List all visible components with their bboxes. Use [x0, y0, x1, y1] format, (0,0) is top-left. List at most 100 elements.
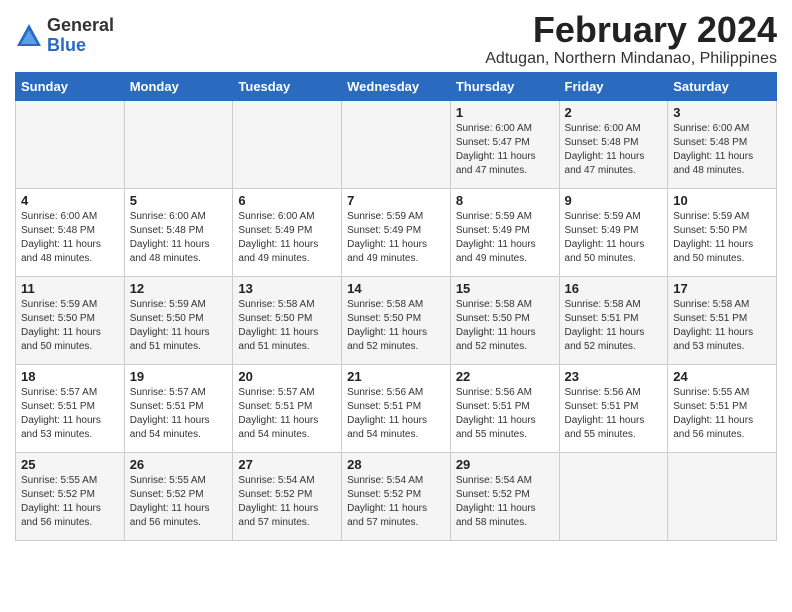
day-info: Sunrise: 5:59 AM Sunset: 5:49 PM Dayligh… [456, 210, 554, 266]
calendar-cell: 6 Sunrise: 6:00 AM Sunset: 5:49 PM Daylig… [233, 188, 342, 276]
calendar-week-row: 11 Sunrise: 5:59 AM Sunset: 5:50 PM Dayli… [16, 276, 777, 364]
day-number: 7 [347, 193, 445, 208]
calendar-cell [16, 100, 125, 188]
calendar-week-row: 25 Sunrise: 5:55 AM Sunset: 5:52 PM Dayli… [16, 452, 777, 540]
day-number: 16 [565, 281, 663, 296]
day-number: 22 [456, 369, 554, 384]
day-info: Sunrise: 6:00 AM Sunset: 5:49 PM Dayligh… [238, 210, 336, 266]
calendar-cell: 23 Sunrise: 5:56 AM Sunset: 5:51 PM Dayli… [559, 364, 668, 452]
day-of-week-header: Tuesday [233, 72, 342, 100]
calendar-cell [559, 452, 668, 540]
day-number: 3 [673, 105, 771, 120]
calendar-cell [233, 100, 342, 188]
day-number: 21 [347, 369, 445, 384]
day-number: 8 [456, 193, 554, 208]
calendar-cell: 1 Sunrise: 6:00 AM Sunset: 5:47 PM Daylig… [450, 100, 559, 188]
day-info: Sunrise: 5:58 AM Sunset: 5:50 PM Dayligh… [238, 298, 336, 354]
day-info: Sunrise: 5:59 AM Sunset: 5:50 PM Dayligh… [673, 210, 771, 266]
calendar-cell: 11 Sunrise: 5:59 AM Sunset: 5:50 PM Dayli… [16, 276, 125, 364]
logo-general: General [47, 16, 114, 36]
logo-icon [15, 22, 43, 50]
month-title: February 2024 [485, 10, 777, 50]
day-number: 23 [565, 369, 663, 384]
day-info: Sunrise: 5:57 AM Sunset: 5:51 PM Dayligh… [238, 386, 336, 442]
calendar-cell [668, 452, 777, 540]
day-info: Sunrise: 5:57 AM Sunset: 5:51 PM Dayligh… [21, 386, 119, 442]
calendar-cell: 25Sunrise: 5:55 AM Sunset: 5:52 PM Dayli… [16, 452, 125, 540]
calendar-week-row: 4Sunrise: 6:00 AM Sunset: 5:48 PM Daylig… [16, 188, 777, 276]
calendar-cell: 14 Sunrise: 5:58 AM Sunset: 5:50 PM Dayli… [342, 276, 451, 364]
logo-text: General Blue [47, 16, 114, 56]
title-area: February 2024 Adtugan, Northern Mindanao… [485, 10, 777, 68]
calendar-cell [342, 100, 451, 188]
day-info: Sunrise: 6:00 AM Sunset: 5:47 PM Dayligh… [456, 122, 554, 178]
calendar-cell: 7 Sunrise: 5:59 AM Sunset: 5:49 PM Daylig… [342, 188, 451, 276]
logo-blue: Blue [47, 36, 114, 56]
day-number: 14 [347, 281, 445, 296]
calendar-cell: 2 Sunrise: 6:00 AM Sunset: 5:48 PM Daylig… [559, 100, 668, 188]
day-info: Sunrise: 5:59 AM Sunset: 5:49 PM Dayligh… [565, 210, 663, 266]
day-number: 27 [238, 457, 336, 472]
day-number: 25 [21, 457, 119, 472]
day-info: Sunrise: 5:56 AM Sunset: 5:51 PM Dayligh… [347, 386, 445, 442]
day-info: Sunrise: 5:56 AM Sunset: 5:51 PM Dayligh… [456, 386, 554, 442]
calendar-cell: 8 Sunrise: 5:59 AM Sunset: 5:49 PM Daylig… [450, 188, 559, 276]
calendar-cell: 3Sunrise: 6:00 AM Sunset: 5:48 PM Daylig… [668, 100, 777, 188]
day-number: 15 [456, 281, 554, 296]
day-info: Sunrise: 6:00 AM Sunset: 5:48 PM Dayligh… [565, 122, 663, 178]
day-of-week-header: Friday [559, 72, 668, 100]
day-of-week-header: Sunday [16, 72, 125, 100]
calendar-cell: 12 Sunrise: 5:59 AM Sunset: 5:50 PM Dayli… [124, 276, 233, 364]
day-number: 11 [21, 281, 119, 296]
day-number: 2 [565, 105, 663, 120]
calendar-cell: 13 Sunrise: 5:58 AM Sunset: 5:50 PM Dayli… [233, 276, 342, 364]
day-info: Sunrise: 5:56 AM Sunset: 5:51 PM Dayligh… [565, 386, 663, 442]
day-info: Sunrise: 6:00 AM Sunset: 5:48 PM Dayligh… [21, 210, 119, 266]
calendar-cell: 29Sunrise: 5:54 AM Sunset: 5:52 PM Dayli… [450, 452, 559, 540]
calendar-cell: 27 Sunrise: 5:54 AM Sunset: 5:52 PM Dayli… [233, 452, 342, 540]
calendar-table: SundayMondayTuesdayWednesdayThursdayFrid… [15, 72, 777, 541]
day-info: Sunrise: 5:57 AM Sunset: 5:51 PM Dayligh… [130, 386, 228, 442]
day-number: 5 [130, 193, 228, 208]
day-info: Sunrise: 5:59 AM Sunset: 5:49 PM Dayligh… [347, 210, 445, 266]
calendar-cell: 4Sunrise: 6:00 AM Sunset: 5:48 PM Daylig… [16, 188, 125, 276]
day-number: 9 [565, 193, 663, 208]
day-info: Sunrise: 5:59 AM Sunset: 5:50 PM Dayligh… [21, 298, 119, 354]
day-of-week-header: Wednesday [342, 72, 451, 100]
calendar-cell: 28Sunrise: 5:54 AM Sunset: 5:52 PM Dayli… [342, 452, 451, 540]
day-info: Sunrise: 5:58 AM Sunset: 5:51 PM Dayligh… [565, 298, 663, 354]
day-number: 1 [456, 105, 554, 120]
calendar-cell: 15Sunrise: 5:58 AM Sunset: 5:50 PM Dayli… [450, 276, 559, 364]
calendar-cell: 9 Sunrise: 5:59 AM Sunset: 5:49 PM Daylig… [559, 188, 668, 276]
calendar-cell: 26Sunrise: 5:55 AM Sunset: 5:52 PM Dayli… [124, 452, 233, 540]
day-number: 18 [21, 369, 119, 384]
day-info: Sunrise: 5:54 AM Sunset: 5:52 PM Dayligh… [347, 474, 445, 530]
day-info: Sunrise: 5:55 AM Sunset: 5:52 PM Dayligh… [130, 474, 228, 530]
day-of-week-header: Saturday [668, 72, 777, 100]
day-of-week-header: Monday [124, 72, 233, 100]
day-number: 17 [673, 281, 771, 296]
day-info: Sunrise: 5:59 AM Sunset: 5:50 PM Dayligh… [130, 298, 228, 354]
day-number: 19 [130, 369, 228, 384]
calendar-cell: 17Sunrise: 5:58 AM Sunset: 5:51 PM Dayli… [668, 276, 777, 364]
location-title: Adtugan, Northern Mindanao, Philippines [485, 50, 777, 68]
day-number: 20 [238, 369, 336, 384]
day-of-week-header: Thursday [450, 72, 559, 100]
day-info: Sunrise: 6:00 AM Sunset: 5:48 PM Dayligh… [130, 210, 228, 266]
calendar-week-row: 18 Sunrise: 5:57 AM Sunset: 5:51 PM Dayli… [16, 364, 777, 452]
calendar-cell [124, 100, 233, 188]
day-number: 13 [238, 281, 336, 296]
logo: General Blue [15, 16, 114, 56]
calendar-cell: 21 Sunrise: 5:56 AM Sunset: 5:51 PM Dayli… [342, 364, 451, 452]
calendar-week-row: 1 Sunrise: 6:00 AM Sunset: 5:47 PM Daylig… [16, 100, 777, 188]
day-number: 10 [673, 193, 771, 208]
day-info: Sunrise: 5:54 AM Sunset: 5:52 PM Dayligh… [456, 474, 554, 530]
calendar-cell: 22 Sunrise: 5:56 AM Sunset: 5:51 PM Dayli… [450, 364, 559, 452]
day-info: Sunrise: 5:54 AM Sunset: 5:52 PM Dayligh… [238, 474, 336, 530]
calendar-cell: 24Sunrise: 5:55 AM Sunset: 5:51 PM Dayli… [668, 364, 777, 452]
day-info: Sunrise: 5:55 AM Sunset: 5:51 PM Dayligh… [673, 386, 771, 442]
day-number: 6 [238, 193, 336, 208]
calendar-cell: 16 Sunrise: 5:58 AM Sunset: 5:51 PM Dayli… [559, 276, 668, 364]
day-info: Sunrise: 5:58 AM Sunset: 5:50 PM Dayligh… [347, 298, 445, 354]
day-number: 12 [130, 281, 228, 296]
